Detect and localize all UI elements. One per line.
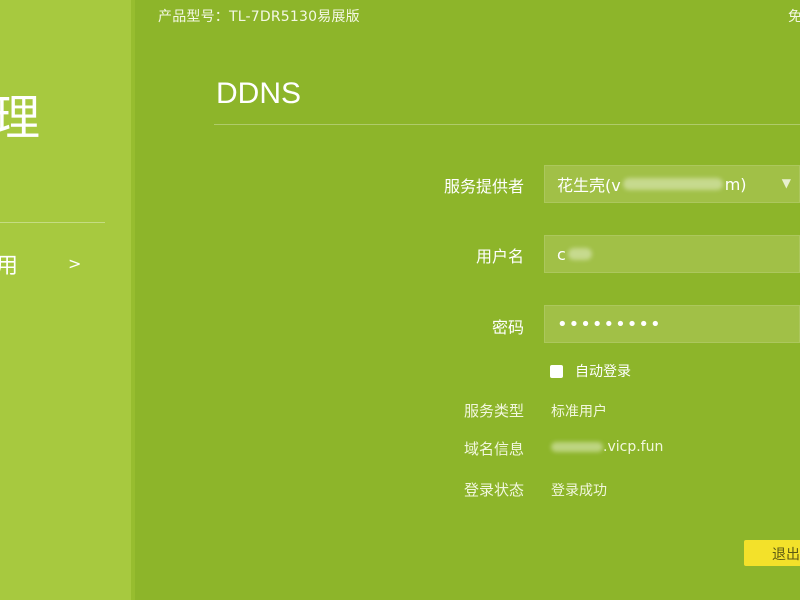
auto-login-checkbox[interactable] [550, 364, 563, 378]
provider-value-suffix: m) [724, 174, 747, 194]
password-label: 密码 [491, 318, 524, 337]
username-value-prefix: c [557, 244, 566, 264]
sidebar-edge [131, 0, 135, 600]
sidebar-divider [0, 222, 105, 223]
provider-label: 服务提供者 [443, 177, 524, 196]
domain-label: 域名信息 [463, 440, 524, 458]
domain-value-suffix: .vicp.fun [603, 439, 664, 455]
logout-button[interactable]: 退出 [744, 540, 800, 566]
service-type-value: 标准用户 [551, 404, 607, 420]
password-value: ••••••••• [557, 313, 662, 335]
sidebar-menu-item[interactable]: 用 > [0, 248, 106, 279]
chevron-right-icon: > [68, 254, 82, 273]
chevron-down-icon: ▼ [781, 176, 791, 190]
sidebar: 理 用 > [0, 0, 135, 600]
domain-value: .vicp.fun [551, 439, 663, 455]
page-title: DDNS [216, 77, 302, 110]
sidebar-menu-item-label: 用 [0, 254, 19, 279]
redacted-text [551, 442, 603, 452]
auto-login-option[interactable]: 自动登录 [550, 362, 631, 380]
title-divider [214, 124, 800, 125]
login-status-label: 登录状态 [463, 481, 524, 499]
username-label: 用户名 [475, 247, 524, 266]
redacted-text [567, 248, 592, 260]
auto-login-label: 自动登录 [575, 364, 631, 380]
username-input[interactable]: c [544, 235, 800, 273]
sidebar-section-title: 理 [0, 90, 41, 146]
redacted-text [622, 178, 723, 190]
provider-select[interactable]: 花生壳(v m) ▼ [544, 165, 800, 203]
password-input[interactable]: ••••••••• [544, 305, 800, 343]
header-corner-link[interactable]: 免 [788, 6, 800, 26]
provider-value-prefix: 花生壳(v [557, 176, 621, 195]
service-type-label: 服务类型 [463, 402, 524, 420]
product-model-text: 产品型号：TL-7DR5130易展版 [158, 9, 360, 25]
login-status-value: 登录成功 [551, 483, 607, 499]
